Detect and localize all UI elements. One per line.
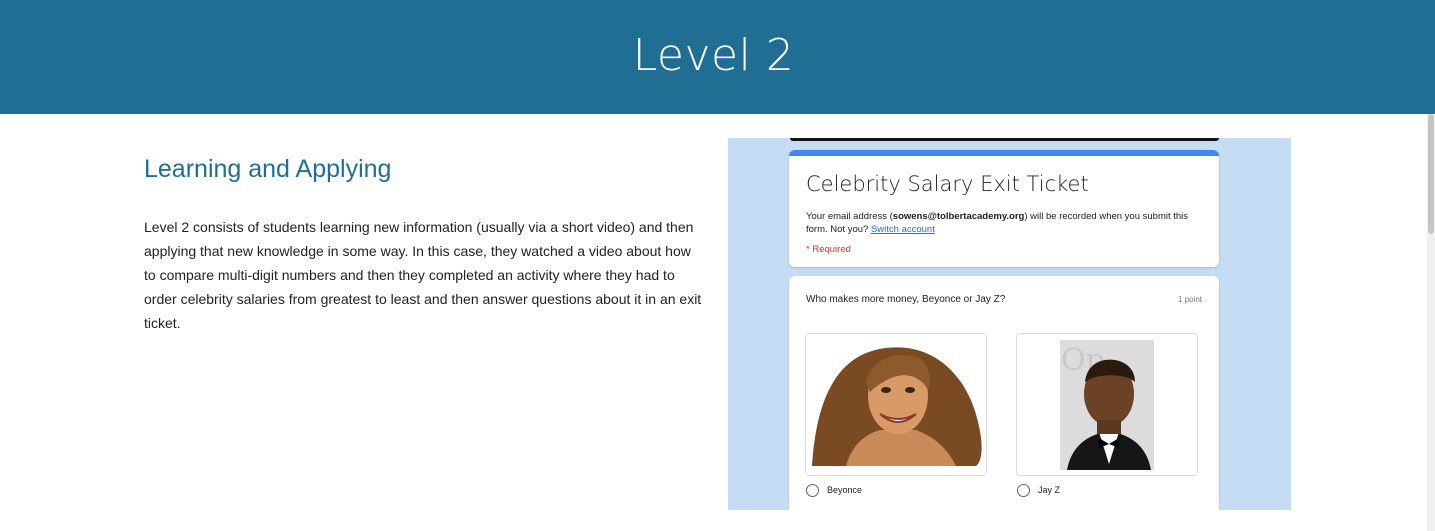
switch-account-link[interactable]: Switch account (871, 224, 935, 235)
form-header-card: Celebrity Salary Exit Ticket Your email … (789, 150, 1219, 267)
video-strip (790, 138, 1219, 141)
section-body: Level 2 consists of students learning ne… (144, 219, 702, 331)
form-screenshot: Celebrity Salary Exit Ticket Your email … (728, 138, 1291, 510)
page-header: Level 2 (0, 0, 1435, 114)
form-title: Celebrity Salary Exit Ticket (806, 172, 1089, 196)
email-address: sowens@tolbertacademy.org (892, 211, 1025, 222)
question-points: 1 point (1177, 295, 1202, 304)
scrollbar-thumb[interactable] (1428, 114, 1434, 234)
option-label-jay-z: Jay Z (1038, 485, 1061, 495)
scrollbar[interactable] (1427, 114, 1435, 531)
question-card: Who makes more money, Beyonce or Jay Z? … (789, 276, 1219, 510)
beyonce-photo (806, 334, 986, 475)
page-title: Level 2 (632, 30, 795, 81)
question-text: Who makes more money, Beyonce or Jay Z? (806, 294, 1006, 305)
option-image-jay-z: Op (1016, 333, 1198, 476)
radio-beyonce[interactable] (806, 484, 819, 497)
email-prefix: Your email address ( (806, 211, 893, 222)
jay-z-photo: Op (1017, 334, 1197, 475)
section-heading: Learning and Applying (144, 155, 392, 183)
option-label-beyonce: Beyonce (827, 485, 863, 495)
email-notice: Your email address (sowens@tolbertacadem… (806, 210, 1206, 236)
radio-jay-z[interactable] (1017, 484, 1030, 497)
option-image-beyonce (805, 333, 987, 476)
required-note: * Required (806, 244, 851, 255)
